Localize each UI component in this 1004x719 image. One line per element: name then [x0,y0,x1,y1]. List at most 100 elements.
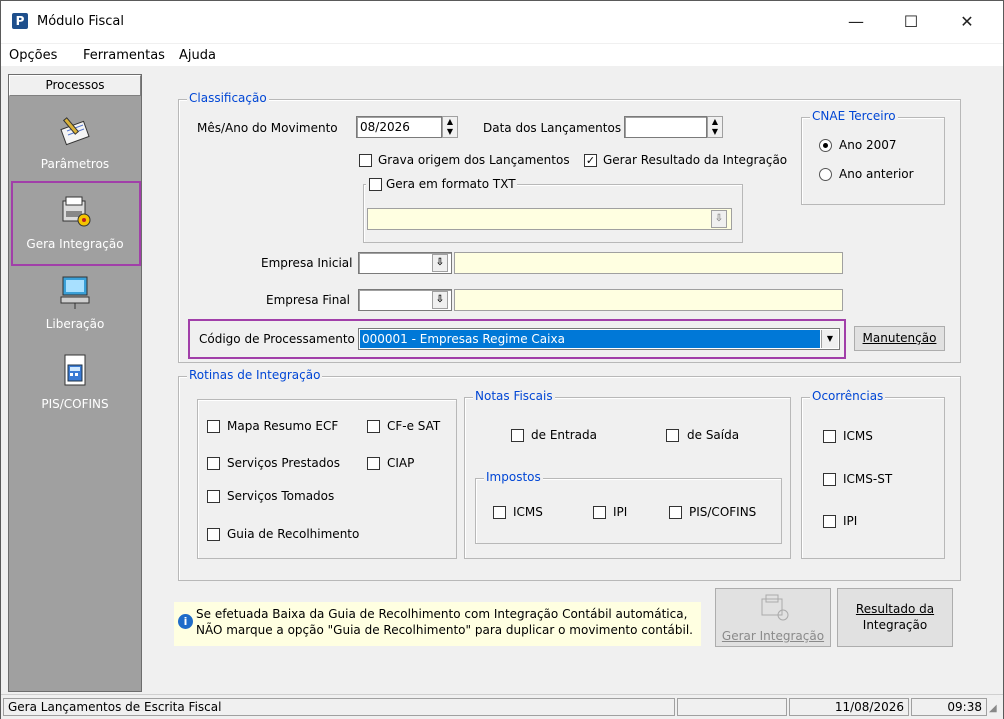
mapa-resumo-checkbox[interactable] [207,420,220,433]
cnae-ano-anterior-radio[interactable] [819,168,832,181]
status-message: Gera Lançamentos de Escrita Fiscal [3,698,675,716]
de-saida-checkbox[interactable] [666,429,679,442]
sidebar-item-parametros[interactable]: Parâmetros [9,111,141,171]
menu-bar: Opções Ferramentas Ajuda [1,44,1003,66]
empresa-inicial-label: Empresa Inicial [261,256,353,270]
title-bar: P Módulo Fiscal — ☐ ✕ [1,1,1003,43]
ocorrencias-title: Ocorrências [810,389,886,403]
txt-path-input[interactable] [367,208,732,230]
sidebar-item-label: Liberação [45,317,105,331]
cnae-title: CNAE Terceiro [810,109,898,123]
codigo-select[interactable]: 000001 - Empresas Regime Caixa ▼ [358,328,840,350]
cfe-sat-label: CF-e SAT [387,419,441,433]
impostos-pis-cofins-checkbox[interactable] [669,506,682,519]
sidebar-item-label: Parâmetros [40,157,110,171]
ciap-checkbox[interactable] [367,457,380,470]
codigo-label: Código de Processamento [199,332,355,346]
info-line-1: Se efetuada Baixa da Guia de Recolhiment… [196,607,688,621]
impostos-title: Impostos [484,470,543,484]
guia-recolhimento-label: Guia de Recolhimento [227,527,360,541]
selected-item-highlight [11,181,141,266]
resultado-line-2: Integração [862,618,928,632]
empresa-final-label: Empresa Final [266,293,351,307]
grava-origem-checkbox[interactable] [359,154,372,167]
gerar-resultado-checkbox[interactable]: ✓ [584,154,597,167]
pencil-notepad-icon [60,117,90,146]
gera-txt-label: Gera em formato TXT [386,177,516,191]
impostos-pis-cofins-label: PIS/COFINS [689,505,757,519]
info-icon: i [178,614,193,629]
empresa-inicial-dropdown[interactable]: ⇩ [432,254,448,272]
process-sidebar: Processos Parâmetros Gera Integração Lib… [8,74,142,692]
status-bar: Gera Lançamentos de Escrita Fiscal 11/08… [1,694,1003,719]
data-lancamentos-input[interactable] [624,116,707,138]
de-entrada-checkbox[interactable] [511,429,524,442]
servicos-tomados-label: Serviços Tomados [227,489,335,503]
sidebar-item-label: PIS/COFINS [41,397,109,411]
impostos-icms-checkbox[interactable] [493,506,506,519]
gerar-integracao-label: Gerar Integração [721,629,825,643]
servicos-prestados-label: Serviços Prestados [227,456,340,470]
ocorrencias-icms-checkbox[interactable] [823,430,836,443]
servicos-tomados-checkbox[interactable] [207,490,220,503]
menu-opcoes[interactable]: Opções [9,48,57,63]
status-panel-empty [677,698,787,716]
resultado-integracao-button[interactable]: Resultado da Integração [837,588,953,647]
computer-network-icon [60,276,90,309]
data-lancamentos-label: Data dos Lançamentos [483,121,622,135]
cnae-ano-2007-radio[interactable] [819,139,832,152]
codigo-select-value: 000001 - Empresas Regime Caixa [360,330,820,348]
ocorrencias-icms-st-checkbox[interactable] [823,473,836,486]
maximize-button[interactable]: ☐ [891,9,931,35]
window-title: Módulo Fiscal [37,14,125,29]
mes-ano-input[interactable]: 08/2026 [356,116,442,138]
ocorrencias-icms-label: ICMS [843,429,873,443]
menu-ferramentas[interactable]: Ferramentas [83,48,165,63]
manutencao-button[interactable]: Manutenção [854,326,945,351]
mes-ano-label: Mês/Ano do Movimento [197,121,338,135]
mes-ano-spinner[interactable]: ▲ ▼ [442,116,458,138]
grava-origem-label: Grava origem dos Lançamentos [378,153,570,167]
impostos-ipi-checkbox[interactable] [593,506,606,519]
ciap-label: CIAP [387,456,415,470]
close-button[interactable]: ✕ [947,9,987,35]
guia-recolhimento-checkbox[interactable] [207,528,220,541]
rotinas-title: Rotinas de Integração [187,368,323,382]
status-date: 11/08/2026 [789,698,909,716]
mapa-resumo-label: Mapa Resumo ECF [227,419,339,433]
empresa-final-name [454,289,843,311]
data-lancamentos-spinner[interactable]: ▲ ▼ [707,116,723,138]
cfe-sat-checkbox[interactable] [367,420,380,433]
cnae-group: CNAE Terceiro [801,109,945,205]
main-window: P Módulo Fiscal — ☐ ✕ Opções Ferramentas… [0,0,1004,719]
sidebar-header[interactable]: Processos [9,75,141,96]
sidebar-item-pis-cofins[interactable]: PIS/COFINS [9,351,141,411]
servicos-prestados-checkbox[interactable] [207,457,220,470]
de-saida-label: de Saída [687,428,740,442]
menu-ajuda[interactable]: Ajuda [179,48,216,63]
impostos-icms-label: ICMS [513,505,543,519]
ocorrencias-ipi-label: IPI [843,514,858,528]
sidebar-item-liberacao[interactable]: Liberação [9,271,141,331]
info-line-2: NÃO marque a opção "Guia de Recolhimento… [196,623,693,637]
resize-grip-icon[interactable]: ◢ [989,703,997,714]
gera-txt-checkbox[interactable] [369,178,382,191]
printer-gear-icon [761,594,789,621]
minimize-button[interactable]: — [836,9,876,35]
ocorrencias-ipi-checkbox[interactable] [823,515,836,528]
classificacao-title: Classificação [187,91,269,105]
empresa-final-dropdown[interactable]: ⇩ [432,291,448,309]
status-time: 09:38 [911,698,987,716]
notas-fiscais-title: Notas Fiscais [473,389,555,403]
txt-dropdown-button[interactable]: ⇩ [711,210,727,228]
app-icon: P [12,13,28,29]
ocorrencias-icms-st-label: ICMS-ST [843,472,893,486]
impostos-ipi-label: IPI [613,505,628,519]
resultado-line-1: Resultado da [855,602,935,616]
gerar-resultado-label: Gerar Resultado da Integração [603,153,788,167]
chevron-down-icon[interactable]: ▼ [821,330,838,348]
empresa-inicial-name [454,252,843,274]
gerar-integracao-button[interactable]: Gerar Integração [715,588,831,647]
cnae-ano-2007-label: Ano 2007 [839,138,897,152]
info-note: i Se efetuada Baixa da Guia de Recolhime… [174,602,701,646]
